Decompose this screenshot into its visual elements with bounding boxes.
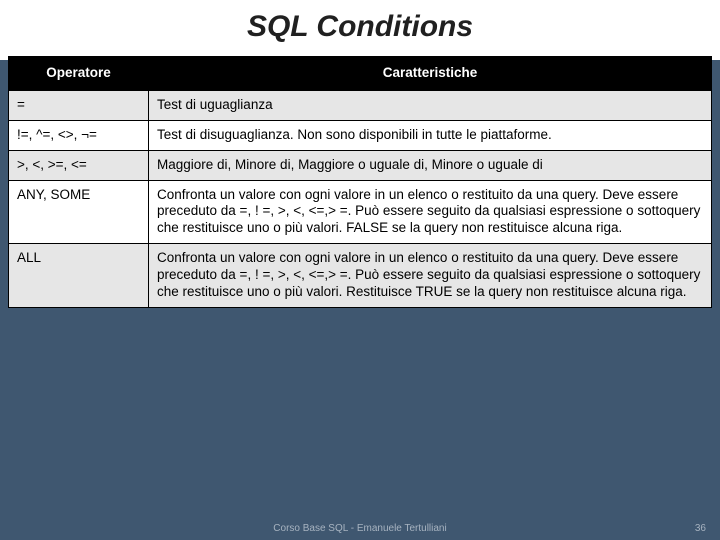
cell-operator: ANY, SOME	[9, 180, 149, 244]
cell-description: Test di uguaglianza	[149, 90, 712, 120]
cell-operator: =	[9, 90, 149, 120]
cell-description: Maggiore di, Minore di, Maggiore o ugual…	[149, 150, 712, 180]
cell-description: Test di disuguaglianza. Non sono disponi…	[149, 120, 712, 150]
table-row: !=, ^=, <>, ¬= Test di disuguaglianza. N…	[9, 120, 712, 150]
header-operatore: Operatore	[9, 57, 149, 91]
table-header-row: Operatore Caratteristiche	[9, 57, 712, 91]
slide: SQL Conditions Operatore Caratteristiche…	[0, 0, 720, 540]
table-row: >, <, >=, <= Maggiore di, Minore di, Mag…	[9, 150, 712, 180]
table-row: ALL Confronta un valore con ogni valore …	[9, 244, 712, 308]
header-caratteristiche: Caratteristiche	[149, 57, 712, 91]
cell-operator: !=, ^=, <>, ¬=	[9, 120, 149, 150]
page-number: 36	[695, 523, 706, 534]
conditions-table-wrap: Operatore Caratteristiche = Test di ugua…	[8, 56, 712, 308]
cell-operator: >, <, >=, <=	[9, 150, 149, 180]
table-row: ANY, SOME Confronta un valore con ogni v…	[9, 180, 712, 244]
footer-text: Corso Base SQL - Emanuele Tertulliani	[0, 523, 720, 534]
table-row: = Test di uguaglianza	[9, 90, 712, 120]
conditions-table: Operatore Caratteristiche = Test di ugua…	[8, 56, 712, 308]
cell-description: Confronta un valore con ogni valore in u…	[149, 180, 712, 244]
cell-description: Confronta un valore con ogni valore in u…	[149, 244, 712, 308]
cell-operator: ALL	[9, 244, 149, 308]
page-title: SQL Conditions	[0, 10, 720, 44]
